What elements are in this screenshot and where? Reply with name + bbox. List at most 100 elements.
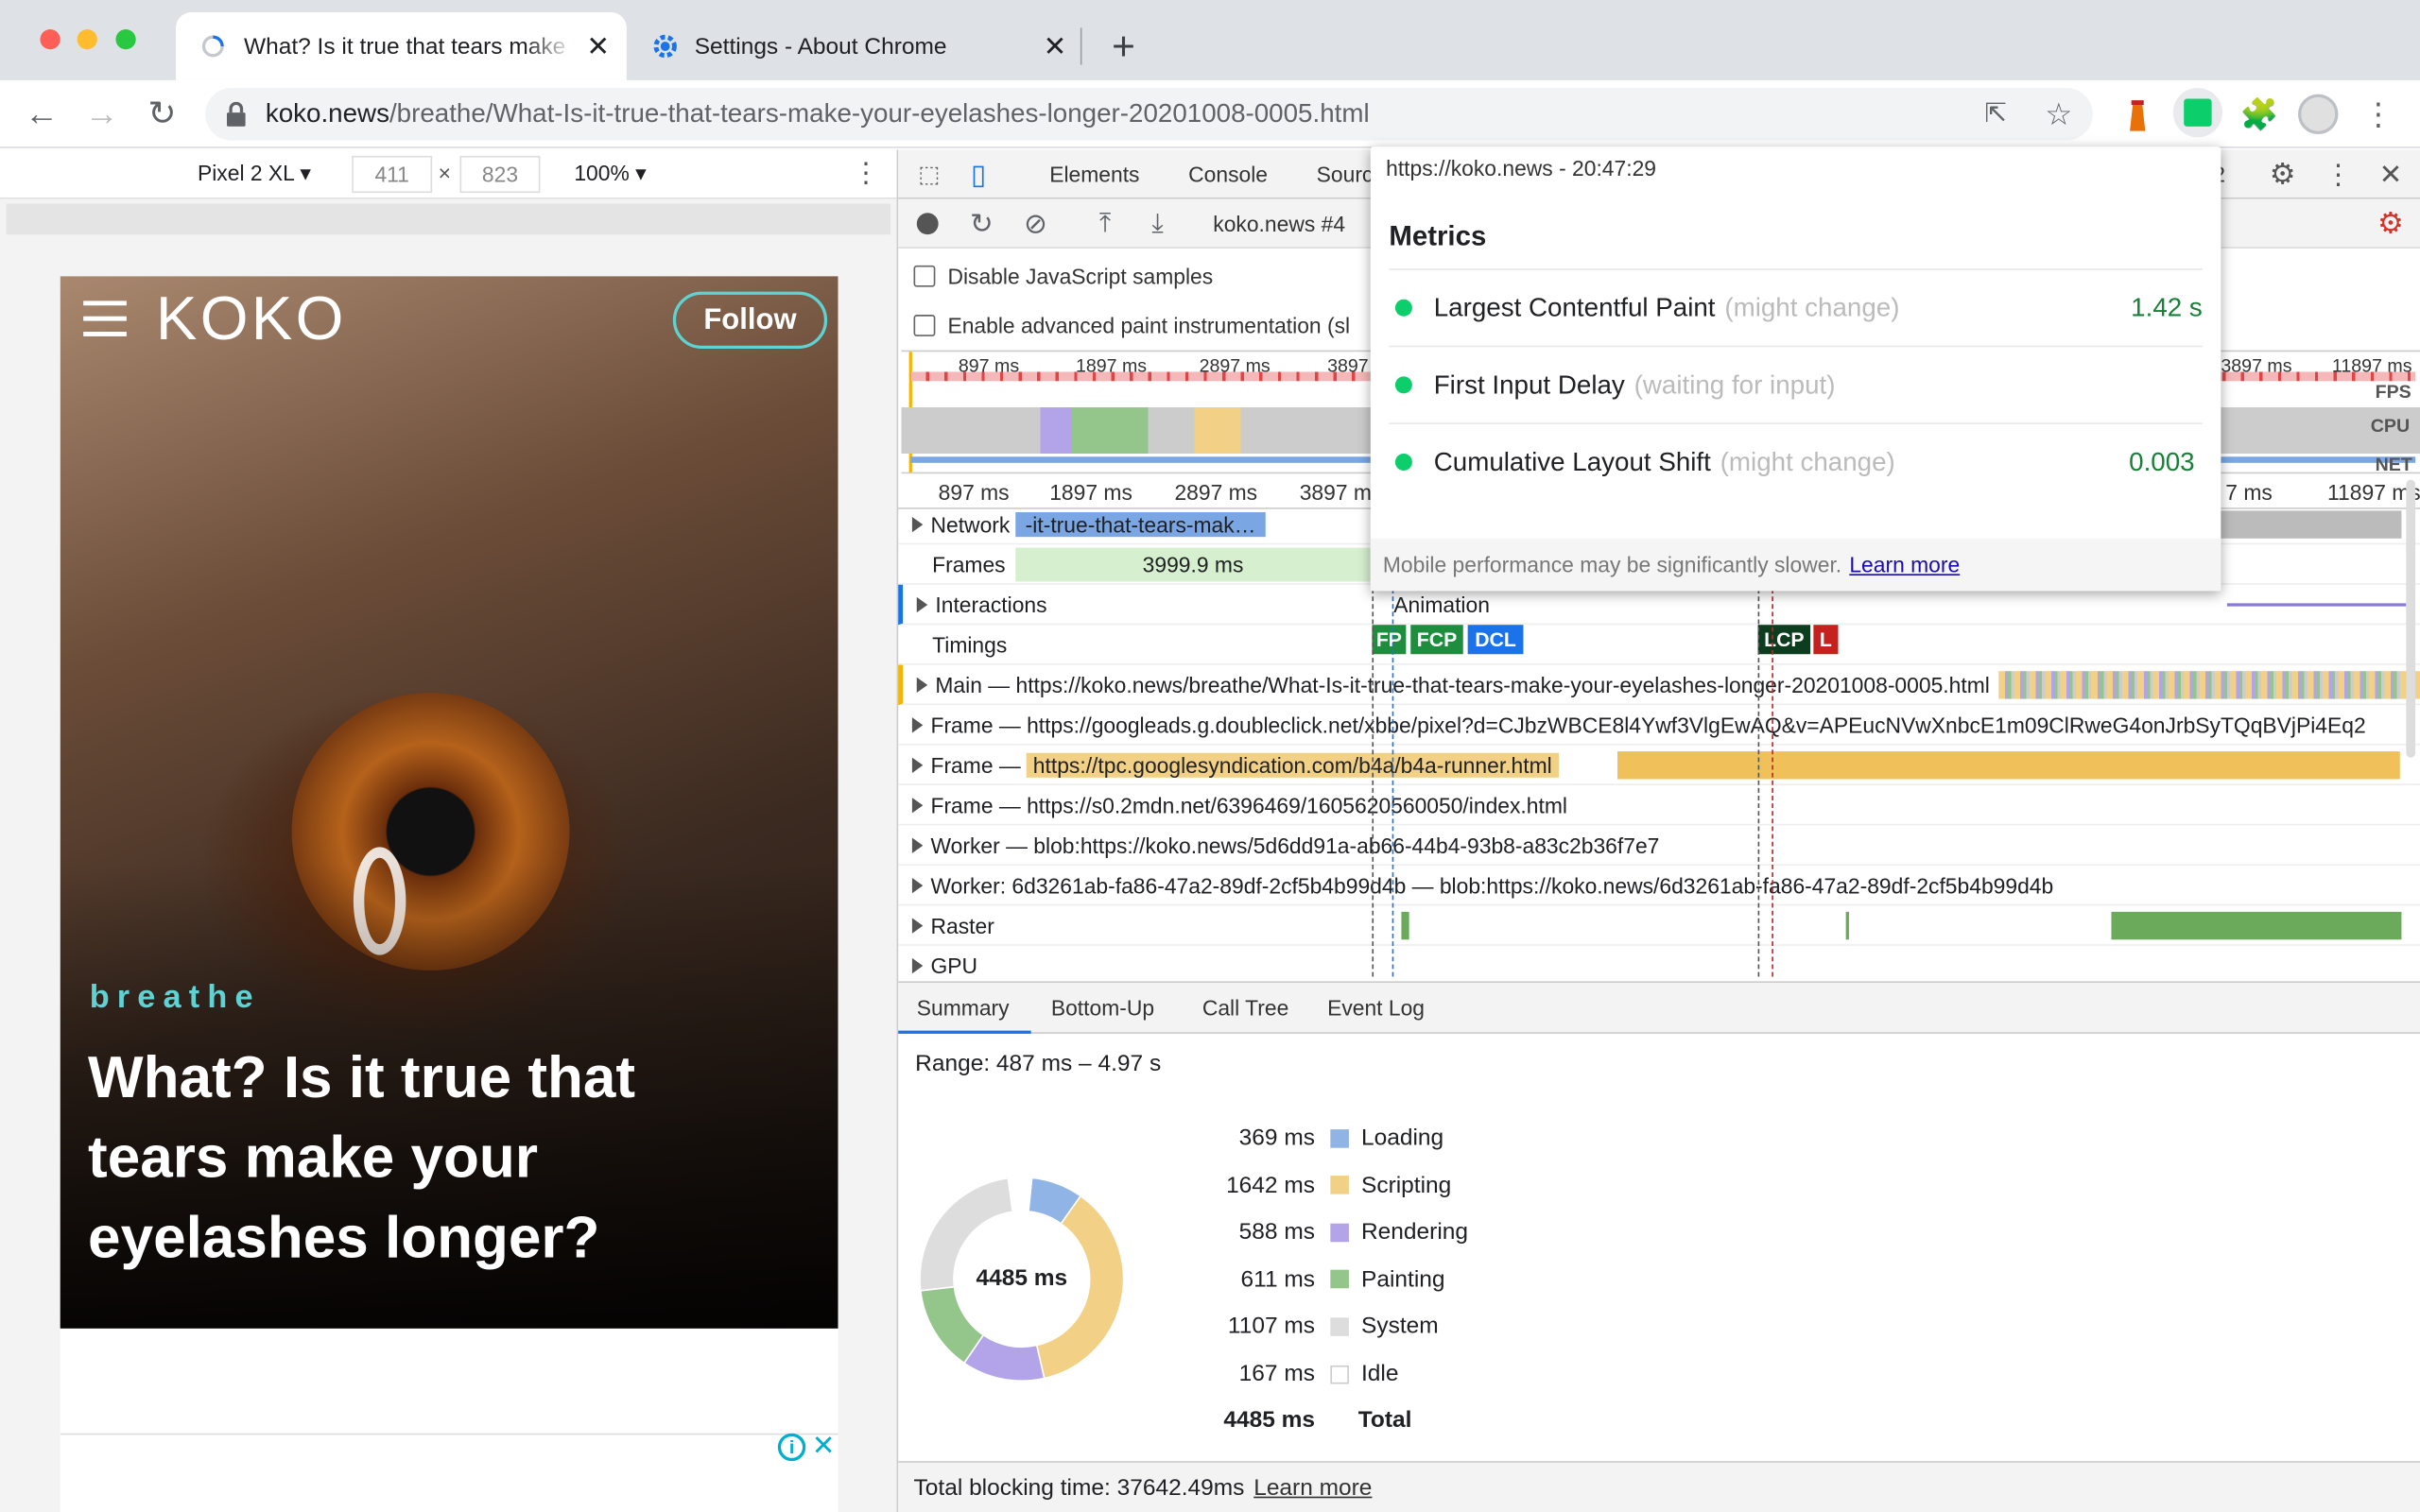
dimension-separator: × (438, 160, 452, 185)
address-bar[interactable]: koko.news/breathe/What-Is-it-true-that-t… (205, 88, 2093, 141)
site-logo[interactable]: KOKO (156, 285, 347, 354)
tab-event-log[interactable]: Event Log (1327, 995, 1425, 1020)
track-frame-2mdn[interactable]: Frame — https://s0.2mdn.net/6396469/1605… (898, 785, 2420, 826)
metric-note: (waiting for input) (1634, 369, 1836, 400)
forward-button[interactable]: → (82, 94, 122, 134)
back-button[interactable]: ← (22, 94, 61, 134)
tab-settings[interactable]: Settings - About Chrome ✕ (630, 12, 1077, 80)
checkbox[interactable] (913, 315, 936, 336)
profile-avatar[interactable] (2298, 94, 2339, 135)
track-worker-1[interactable]: Worker — blob:https://koko.news/5d6dd91a… (898, 825, 2420, 866)
legend-swatch (1330, 1365, 1349, 1383)
url-host: koko.news (265, 98, 389, 129)
expand-arrow-icon[interactable] (911, 756, 924, 773)
device-select[interactable]: Pixel 2 XL ▾ (198, 161, 311, 187)
fcp-marker[interactable]: FCP (1410, 625, 1463, 655)
network-request-bar[interactable]: -it-true-that-tears-mak… (1015, 511, 1266, 537)
track-raster[interactable]: Raster (898, 905, 2420, 946)
checkbox[interactable] (913, 265, 936, 287)
expand-arrow-icon[interactable] (911, 957, 924, 973)
learn-more-link[interactable]: Learn more (1253, 1474, 1372, 1501)
learn-more-link[interactable]: Learn more (1849, 552, 1960, 576)
track-timings[interactable]: Timings (898, 625, 2420, 665)
device-width-input[interactable]: 411 (352, 155, 433, 194)
network-request-bar[interactable] (2219, 509, 2402, 538)
hamburger-menu-icon[interactable] (83, 301, 127, 337)
download-profile-icon[interactable]: ⤓ (1142, 207, 1173, 241)
track-label: Frame — https://googleads.g.doubleclick.… (930, 712, 2366, 737)
metric-value: 0.003 (2129, 446, 2195, 476)
dcl-marker[interactable]: DCL (1467, 625, 1524, 655)
settings-gear-icon[interactable]: ⚙ (2266, 158, 2300, 192)
category-label[interactable]: breathe (90, 980, 261, 1017)
ad-close-icon[interactable]: ✕ (812, 1430, 836, 1462)
frame-bar[interactable]: 3999.9 ms (1015, 546, 1371, 581)
bookmark-star-icon[interactable]: ☆ (2042, 97, 2076, 132)
load-marker[interactable]: L (1813, 625, 1839, 655)
zoom-select[interactable]: 100% ▾ (574, 161, 646, 187)
tab-console[interactable]: Console (1188, 162, 1268, 186)
expand-arrow-icon[interactable] (911, 716, 924, 732)
reload-profile-icon[interactable]: ↻ (966, 207, 997, 241)
inspect-element-icon[interactable]: ⬚ (914, 159, 945, 190)
checkbox-label: Enable advanced paint instrumentation (s… (947, 313, 1351, 338)
tab-article[interactable]: What? Is it true that tears make your ey… (176, 12, 627, 80)
extension-web-vitals-button[interactable] (2172, 88, 2223, 138)
puzzle-extensions-icon[interactable]: 🧩 (2240, 95, 2279, 132)
expand-arrow-icon[interactable] (911, 516, 924, 532)
timeline-scrollbar[interactable] (2406, 479, 2416, 758)
tab-bottom-up[interactable]: Bottom-Up (1051, 995, 1154, 1020)
legend-label: Idle (1360, 1360, 1399, 1387)
track-label: Frame — https://s0.2mdn.net/6396469/1605… (930, 792, 1567, 817)
open-external-icon[interactable]: ⇱ (1980, 98, 2012, 129)
device-more-icon[interactable]: ⋮ (852, 158, 879, 190)
tab-elements[interactable]: Elements (1049, 162, 1139, 186)
expand-arrow-icon[interactable] (911, 836, 924, 853)
upload-profile-icon[interactable]: ⤒ (1090, 207, 1121, 241)
more-menu-icon[interactable]: ⋮ (2361, 95, 2395, 132)
raster-bar (1845, 911, 1849, 939)
close-tab-icon[interactable]: ✕ (1044, 30, 1067, 62)
status-dot (1394, 376, 1412, 394)
legend-label: Loading (1360, 1125, 1444, 1151)
track-worker-2[interactable]: Worker: 6d3261ab-fa86-47a2-89df-2cf5b4b9… (898, 866, 2420, 906)
track-frame-googlesyndication[interactable]: Frame — https://tpc.googlesyndication.com… (898, 746, 2420, 786)
close-devtools-icon[interactable]: ✕ (2374, 158, 2408, 192)
ad-info-icon[interactable]: i (777, 1433, 806, 1462)
capture-settings-icon[interactable]: ⚙ (2374, 207, 2408, 241)
recording-select[interactable]: koko.news #4 (1213, 212, 1345, 236)
tab-summary[interactable]: Summary (917, 995, 1010, 1020)
clear-icon[interactable]: ⊘ (1020, 207, 1051, 241)
checkbox-paint-instrumentation[interactable]: Enable advanced paint instrumentation (s… (913, 313, 1351, 338)
expand-arrow-icon[interactable] (916, 596, 928, 612)
close-tab-icon[interactable]: ✕ (586, 30, 610, 62)
maximize-window-button[interactable] (115, 29, 136, 50)
tab-call-tree[interactable]: Call Tree (1202, 995, 1288, 1020)
expand-arrow-icon[interactable] (911, 917, 924, 933)
record-button[interactable] (916, 213, 939, 235)
checkbox-disable-js[interactable]: Disable JavaScript samples (913, 264, 1213, 288)
devtools-more-icon[interactable]: ⋮ (2322, 158, 2356, 192)
track-frame-doubleclick[interactable]: Frame — https://googleads.g.doubleclick.… (898, 705, 2420, 746)
popup-header: https://koko.news - 20:47:29 (1386, 155, 1657, 181)
device-height-input[interactable]: 823 (459, 155, 541, 194)
active-tab-indicator (898, 1030, 1031, 1034)
fp-marker[interactable]: FP (1372, 625, 1407, 655)
new-tab-button[interactable]: + (1102, 23, 1146, 69)
track-main[interactable]: Main — https://koko.news/breathe/What-Is… (898, 664, 2420, 706)
extension-lighthouse-icon[interactable] (2122, 95, 2153, 132)
range-text: Range: 487 ms – 4.97 s (915, 1050, 1162, 1077)
follow-button[interactable]: Follow (672, 291, 828, 349)
expand-arrow-icon[interactable] (916, 676, 928, 693)
track-gpu[interactable]: GPU (898, 946, 2420, 987)
legend-time: 1107 ms (1227, 1314, 1316, 1340)
device-toggle-icon[interactable]: ▯ (963, 158, 994, 192)
net-label: NET (2375, 453, 2412, 474)
expand-arrow-icon[interactable] (911, 797, 924, 813)
reload-button[interactable]: ↻ (142, 94, 182, 134)
tab-sources[interactable]: Sourc (1317, 162, 1374, 186)
expand-arrow-icon[interactable] (911, 877, 924, 893)
minimize-window-button[interactable] (77, 29, 97, 50)
close-window-button[interactable] (40, 29, 60, 50)
lcp-marker[interactable]: LCP (1757, 625, 1811, 655)
